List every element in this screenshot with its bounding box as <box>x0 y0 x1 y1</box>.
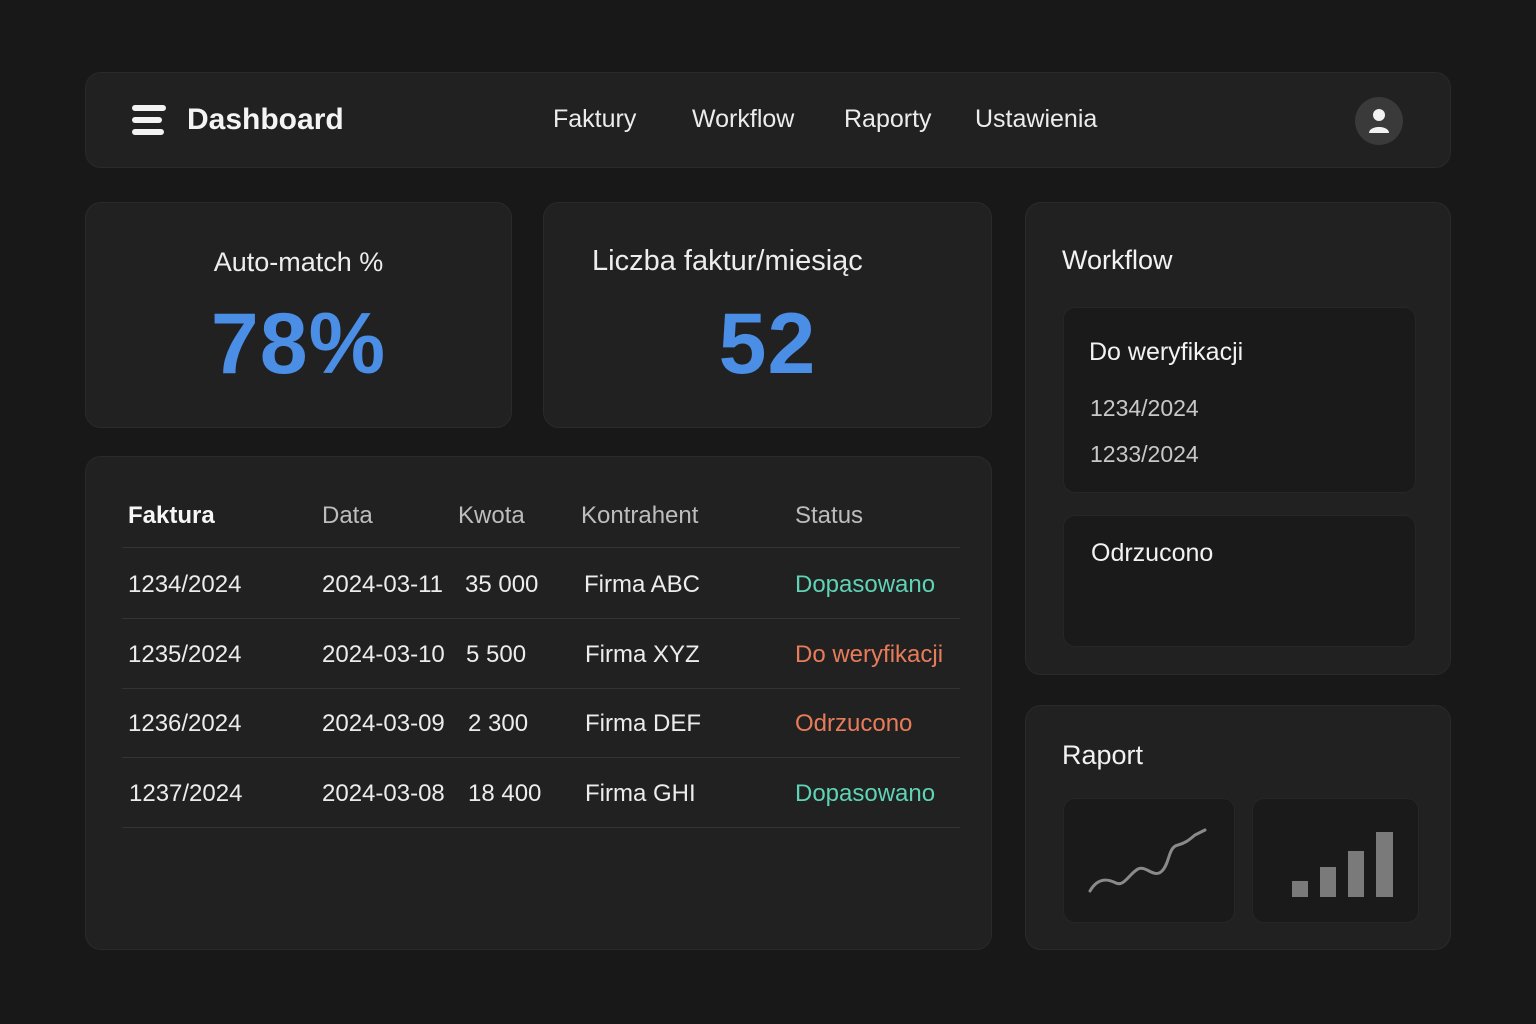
table-divider <box>122 688 960 689</box>
cell-contractor: Firma XYZ <box>585 641 700 668</box>
cell-status: Odrzucono <box>795 710 913 737</box>
invoices-table: Faktura Data Kwota Kontrahent Status 123… <box>85 456 992 950</box>
user-icon <box>1369 109 1389 133</box>
workflow-panel: Workflow Do weryfikacji 1234/2024 1233/2… <box>1025 202 1451 675</box>
kpi-value: 52 <box>718 296 817 392</box>
nav-ustawienia[interactable]: Ustawienia <box>975 105 1097 134</box>
kpi-label: Auto-match % <box>213 247 384 277</box>
cell-contractor: Firma GHI <box>585 780 696 807</box>
bar-chart-icon <box>1292 832 1393 897</box>
cell-amount: 5 500 <box>466 641 527 668</box>
bar-chart-thumbnail[interactable] <box>1252 798 1419 923</box>
table-divider <box>122 827 960 828</box>
report-panel: Raport <box>1025 705 1451 950</box>
cell-date: 2024-03-08 <box>322 780 445 807</box>
kpi-card-invoices-per-month: Liczba faktur/miesiąc 52 <box>543 202 992 428</box>
user-avatar-button[interactable] <box>1355 97 1403 145</box>
column-header-kwota[interactable]: Kwota <box>458 502 525 530</box>
column-header-faktura[interactable]: Faktura <box>128 502 215 530</box>
cell-date: 2024-03-09 <box>322 710 445 737</box>
workflow-title: Workflow <box>1062 245 1173 275</box>
cell-status: Do weryfikacji <box>795 641 944 668</box>
cell-invoice: 1237/2024 <box>129 780 243 807</box>
workflow-group-title: Do weryfikacji <box>1089 338 1244 366</box>
table-divider <box>122 547 960 548</box>
workflow-group-title: Odrzucono <box>1091 539 1214 567</box>
cell-date: 2024-03-10 <box>322 641 445 668</box>
top-navbar: Dashboard Faktury Workflow Raporty Ustaw… <box>85 72 1451 168</box>
cell-contractor: Firma ABC <box>584 571 701 598</box>
workflow-group-do-weryfikacji: Do weryfikacji 1234/2024 1233/2024 <box>1063 307 1416 493</box>
line-chart-thumbnail[interactable] <box>1063 798 1235 923</box>
line-chart-icon <box>1088 828 1207 893</box>
cell-date: 2024-03-11 <box>322 571 443 598</box>
cell-invoice: 1235/2024 <box>128 641 242 668</box>
cell-amount: 35 000 <box>465 571 539 598</box>
nav-faktury[interactable]: Faktury <box>553 105 636 134</box>
cell-invoice: 1234/2024 <box>128 571 242 598</box>
table-divider <box>122 618 960 619</box>
kpi-label: Liczba faktur/miesiąc <box>592 245 863 277</box>
kpi-value: 78% <box>210 296 387 392</box>
workflow-item[interactable]: 1234/2024 <box>1090 395 1199 422</box>
cell-amount: 18 400 <box>468 780 542 807</box>
app-title: Dashboard <box>187 103 344 136</box>
column-header-data[interactable]: Data <box>322 502 373 530</box>
hamburger-menu-icon[interactable] <box>132 105 166 137</box>
cell-status: Dopasowano <box>795 780 936 807</box>
column-header-kontrahent[interactable]: Kontrahent <box>581 502 698 530</box>
cell-amount: 2 300 <box>468 710 529 737</box>
column-header-status[interactable]: Status <box>795 502 863 530</box>
report-title: Raport <box>1062 740 1144 770</box>
workflow-group-odrzucono: Odrzucono <box>1063 515 1416 647</box>
cell-status: Dopasowano <box>795 571 936 598</box>
nav-raporty[interactable]: Raporty <box>844 105 932 134</box>
cell-contractor: Firma DEF <box>585 710 701 737</box>
cell-invoice: 1236/2024 <box>128 710 242 737</box>
table-divider <box>122 757 960 758</box>
nav-workflow[interactable]: Workflow <box>692 105 794 134</box>
workflow-item[interactable]: 1233/2024 <box>1090 441 1199 468</box>
kpi-card-auto-match: Auto-match % 78% <box>85 202 512 428</box>
